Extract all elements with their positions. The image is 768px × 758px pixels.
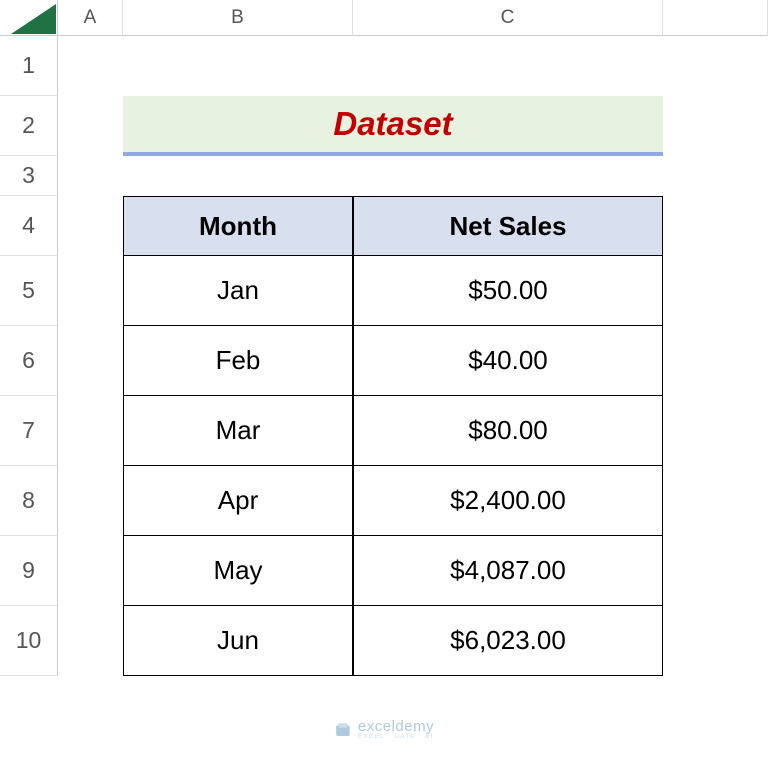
cell-a4[interactable] [58,196,123,256]
spreadsheet-grid: A B C 1 2 Dataset 3 4 Month Net Sales 5 … [0,0,768,676]
watermark-text: exceldemy EXCEL · DATA · BI [358,719,434,740]
cell-a5[interactable] [58,256,123,326]
cell-d2[interactable] [663,96,768,156]
watermark-sub: EXCEL · DATA · BI [358,734,434,740]
row-header-5[interactable]: 5 [0,256,58,326]
cell-d10[interactable] [663,606,768,676]
watermark: exceldemy EXCEL · DATA · BI [334,719,434,740]
cell-b3[interactable] [123,156,353,196]
table-cell-month-0[interactable]: Jan [123,256,353,326]
cell-a9[interactable] [58,536,123,606]
row-header-3[interactable]: 3 [0,156,58,196]
cell-c1[interactable] [353,36,663,96]
table-cell-month-4[interactable]: May [123,536,353,606]
cell-d7[interactable] [663,396,768,466]
table-cell-month-1[interactable]: Feb [123,326,353,396]
row-header-10[interactable]: 10 [0,606,58,676]
cell-a10[interactable] [58,606,123,676]
table-cell-sales-2[interactable]: $80.00 [353,396,663,466]
cell-a7[interactable] [58,396,123,466]
table-cell-month-5[interactable]: Jun [123,606,353,676]
cell-a3[interactable] [58,156,123,196]
table-cell-sales-1[interactable]: $40.00 [353,326,663,396]
exceldemy-logo-icon [334,721,352,739]
col-header-c[interactable]: C [353,0,663,36]
table-header-month[interactable]: Month [123,196,353,256]
cell-d9[interactable] [663,536,768,606]
col-header-d[interactable] [663,0,768,36]
cell-a1[interactable] [58,36,123,96]
col-header-a[interactable]: A [58,0,123,36]
col-header-b[interactable]: B [123,0,353,36]
table-header-sales[interactable]: Net Sales [353,196,663,256]
table-cell-sales-4[interactable]: $4,087.00 [353,536,663,606]
cell-d6[interactable] [663,326,768,396]
table-cell-sales-5[interactable]: $6,023.00 [353,606,663,676]
row-header-1[interactable]: 1 [0,36,58,96]
table-cell-month-2[interactable]: Mar [123,396,353,466]
table-cell-month-3[interactable]: Apr [123,466,353,536]
table-cell-sales-3[interactable]: $2,400.00 [353,466,663,536]
select-all-corner[interactable] [0,0,58,36]
cell-a8[interactable] [58,466,123,536]
cell-c3[interactable] [353,156,663,196]
cell-d1[interactable] [663,36,768,96]
row-header-9[interactable]: 9 [0,536,58,606]
row-header-8[interactable]: 8 [0,466,58,536]
title-cell[interactable]: Dataset [123,96,663,156]
cell-d3[interactable] [663,156,768,196]
row-header-6[interactable]: 6 [0,326,58,396]
row-header-4[interactable]: 4 [0,196,58,256]
row-header-2[interactable]: 2 [0,96,58,156]
table-cell-sales-0[interactable]: $50.00 [353,256,663,326]
cell-a6[interactable] [58,326,123,396]
cell-d4[interactable] [663,196,768,256]
cell-d5[interactable] [663,256,768,326]
cell-b1[interactable] [123,36,353,96]
cell-d8[interactable] [663,466,768,536]
cell-a2[interactable] [58,96,123,156]
row-header-7[interactable]: 7 [0,396,58,466]
watermark-main: exceldemy [358,719,434,734]
